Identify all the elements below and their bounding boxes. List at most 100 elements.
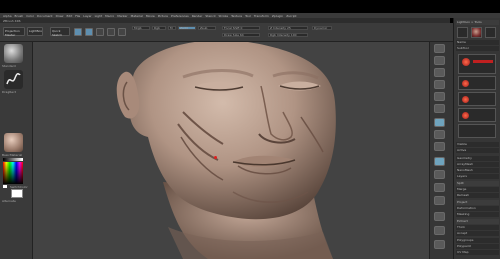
secondary-color-swatch[interactable] [11, 189, 23, 198]
draw-mode-icon[interactable] [85, 28, 93, 36]
visibility-eye-icon[interactable] [462, 58, 470, 66]
menu-item[interactable]: Brush [15, 14, 24, 18]
actual-icon[interactable] [434, 92, 445, 101]
menu-item[interactable]: Edit [66, 14, 72, 18]
gradient-bar[interactable] [3, 158, 23, 161]
tray-section-row[interactable]: Geometry [456, 156, 499, 161]
menu-item[interactable]: Zscript [286, 14, 296, 18]
rgb-toggle[interactable]: Rgb [152, 26, 166, 30]
quick-sketch-button[interactable]: Quick Sketch [50, 27, 70, 37]
tool-name-field[interactable]: Name [456, 40, 499, 45]
mrgb-toggle[interactable]: Mrgb [132, 26, 150, 30]
menu-item[interactable]: Light [95, 14, 103, 18]
tray-extract-row[interactable]: Extract [456, 219, 499, 224]
zoom-icon[interactable] [434, 80, 445, 89]
scale-mode-icon[interactable] [107, 28, 115, 36]
menu-item[interactable]: Zplugin [272, 14, 283, 18]
tray-split-row[interactable]: Split [456, 181, 499, 186]
menu-item[interactable]: Tool [245, 14, 251, 18]
tool-thumb[interactable] [485, 27, 496, 38]
frame-icon[interactable] [434, 157, 445, 166]
zsub-toggle[interactable]: Zsub [198, 26, 216, 30]
tray-section-row[interactable]: Polypaint [456, 244, 499, 249]
stroke-icon[interactable] [4, 70, 23, 89]
menu-item[interactable]: Stencil [205, 14, 215, 18]
tray-active-toggle[interactable]: Active [456, 148, 499, 153]
menu-item[interactable]: Layer [83, 14, 91, 18]
menu-item[interactable]: Material [131, 14, 143, 18]
rotate-icon[interactable] [434, 196, 445, 205]
right-shelf [429, 42, 453, 259]
menu-item[interactable]: Color [26, 14, 34, 18]
lightbox-button[interactable]: LightBox [27, 27, 43, 36]
floor-icon[interactable] [434, 130, 445, 139]
transp-icon[interactable] [434, 226, 445, 235]
tray-section-row[interactable]: NanoMesh [456, 168, 499, 173]
aahalf-icon[interactable] [434, 104, 445, 113]
focal-shift-slider[interactable]: Focal Shift 0 [222, 26, 260, 30]
menu-item[interactable]: Texture [231, 14, 242, 18]
material-icon[interactable] [4, 133, 23, 152]
brush-icon[interactable] [4, 44, 23, 63]
menu-item[interactable]: Document [37, 14, 53, 18]
local-icon[interactable] [434, 142, 445, 151]
scroll-icon[interactable] [434, 68, 445, 77]
tray-section-row[interactable]: ArrayMesh [456, 162, 499, 167]
bpr-render-icon[interactable] [434, 44, 445, 53]
menu-item[interactable]: Stroke [219, 14, 229, 18]
projection-master-button[interactable]: Projection Master [3, 27, 25, 37]
dynamic-toggle[interactable]: Dynamic [312, 26, 332, 30]
tray-section-row[interactable]: Deformation [456, 206, 499, 211]
persp-icon[interactable] [434, 118, 445, 127]
canvas-viewport[interactable] [33, 42, 429, 259]
subtool-slot[interactable] [458, 76, 496, 90]
menu-item[interactable]: Preferences [171, 14, 189, 18]
menu-item[interactable]: Render [192, 14, 203, 18]
zadd-toggle[interactable]: Zadd [178, 26, 196, 30]
menu-item[interactable]: Movie [146, 14, 155, 18]
subtool-slot[interactable] [458, 108, 496, 122]
menu-item[interactable]: Alpha [3, 14, 12, 18]
spix-icon[interactable] [434, 56, 445, 65]
polyf-icon[interactable] [434, 212, 445, 221]
tray-section-row[interactable]: Layers [456, 174, 499, 179]
subtool-slot-active[interactable] [458, 54, 496, 74]
move-mode-icon[interactable] [96, 28, 104, 36]
menu-item[interactable]: Draw [56, 14, 64, 18]
scale-icon[interactable] [434, 183, 445, 192]
active-tool-thumb[interactable] [471, 27, 482, 38]
menu-item[interactable]: Picture [158, 14, 168, 18]
rgb-intensity-slider[interactable]: Rgb Intensity 100 [268, 33, 308, 37]
visibility-eye-icon[interactable] [462, 96, 469, 103]
main-color-swatch[interactable] [3, 185, 7, 188]
draw-size-slider[interactable]: Draw Size 64 [222, 33, 260, 37]
tray-section-row[interactable]: Masking [456, 212, 499, 217]
tray-accept-button[interactable]: Accept [456, 231, 499, 236]
move-icon[interactable] [434, 170, 445, 179]
edit-mode-icon[interactable] [74, 28, 82, 36]
tray-thick-slider[interactable]: Thick [456, 225, 499, 230]
tray-section-row[interactable]: Polygroups [456, 238, 499, 243]
solo-icon[interactable] [434, 240, 445, 249]
subtool-header[interactable]: SubTool [456, 46, 499, 51]
tray-section-row[interactable]: UV Map [456, 250, 499, 255]
rotate-mode-icon[interactable] [118, 28, 126, 36]
m-toggle[interactable]: M [168, 26, 176, 30]
tray-visible-toggle[interactable]: Visible [456, 142, 499, 147]
menu-item[interactable]: File [75, 14, 80, 18]
color-picker[interactable] [3, 162, 23, 184]
tray-remesh-row[interactable]: Remesh [456, 193, 499, 198]
z-intensity-slider[interactable]: Z Intensity 25 [268, 26, 308, 30]
menu-item[interactable]: Transform [254, 14, 269, 18]
visibility-eye-icon[interactable] [462, 80, 469, 87]
subtool-slot[interactable] [458, 92, 496, 106]
tray-merge-row[interactable]: Merge [456, 187, 499, 192]
brush-cursor-marker [214, 156, 217, 159]
menu-item[interactable]: Marker [117, 14, 127, 18]
tray-project-row[interactable]: Project [456, 200, 499, 205]
visibility-eye-icon[interactable] [462, 112, 469, 119]
tool-thumb[interactable] [457, 27, 468, 38]
lightbox-tools-header[interactable]: Lightbox > Tools [456, 20, 499, 25]
menu-item[interactable]: Macro [105, 14, 114, 18]
subtool-slot[interactable] [458, 124, 496, 138]
